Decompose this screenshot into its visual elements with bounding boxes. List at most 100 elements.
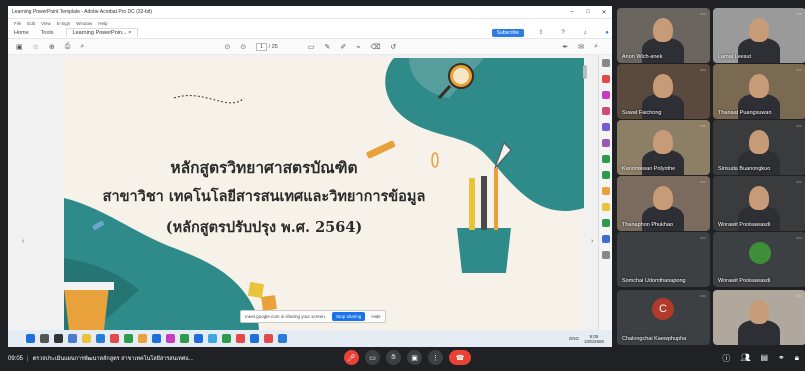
tile-menu-icon[interactable]: ⋯ <box>700 293 706 300</box>
participant-tile[interactable]: ⋯ Kanomkwan Polyothe <box>617 120 710 175</box>
trash-icon[interactable]: ⌫ <box>370 43 380 51</box>
menu-file[interactable]: File <box>14 21 21 26</box>
page-thumbnail-icon[interactable]: ▣ <box>16 43 23 51</box>
search-icon[interactable]: ⌕ <box>594 43 598 51</box>
tile-menu-icon[interactable]: ⋯ <box>700 11 706 18</box>
mail-icon[interactable]: ✉ <box>578 43 584 51</box>
prev-page-icon[interactable]: ⊙ <box>224 43 230 51</box>
organize-tool-icon[interactable] <box>601 123 610 131</box>
combine-icon[interactable] <box>601 171 610 179</box>
maximize-button[interactable]: □ <box>580 9 596 15</box>
fill-sign-icon[interactable] <box>601 139 610 147</box>
tile-menu-icon[interactable]: ⋯ <box>796 179 802 186</box>
app-icon-8[interactable] <box>208 334 217 343</box>
menu-window[interactable]: Window <box>76 21 92 26</box>
menu-help[interactable]: Help <box>98 21 107 26</box>
present-button[interactable]: ▣ <box>407 350 422 365</box>
comment-tool-icon[interactable] <box>601 187 610 195</box>
acrobat-taskbar-icon[interactable] <box>264 334 273 343</box>
participant-tile[interactable]: ⋯ Worawit Poolsawasdi <box>713 232 805 287</box>
tray-language[interactable]: ENG <box>569 336 579 341</box>
app-icon-4[interactable] <box>152 334 161 343</box>
print-icon[interactable]: ⎙ <box>65 43 71 51</box>
tile-menu-icon[interactable]: ⋯ <box>796 293 802 300</box>
page-number-input[interactable]: 1 <box>256 42 268 51</box>
stamp-icon[interactable] <box>601 203 610 211</box>
end-call-button[interactable]: ☎︎ <box>449 350 471 365</box>
bell-icon[interactable]: ♪ <box>580 30 590 36</box>
close-button[interactable]: ✕ <box>596 9 612 16</box>
share-icon[interactable]: ⇪ <box>536 29 546 36</box>
hide-button[interactable]: Hide <box>371 314 380 319</box>
next-page-icon[interactable]: ⊙ <box>240 43 246 51</box>
bookmark-icon[interactable]: ☆ <box>33 43 39 51</box>
windows-start-icon[interactable] <box>26 334 35 343</box>
export-pdf-icon[interactable] <box>601 155 610 163</box>
document-area[interactable]: ‹ หลักสูตรวิทยาศาสตรบัณฑิต สาขาวิชา เทคโ… <box>8 55 598 330</box>
chat-icon[interactable]: ▤ <box>760 353 768 364</box>
activities-icon[interactable]: ⚭ <box>778 353 785 364</box>
menu-view[interactable]: View <box>41 21 51 26</box>
task-view-icon[interactable] <box>54 334 63 343</box>
file-explorer-icon[interactable] <box>82 334 91 343</box>
app-icon-7[interactable] <box>194 334 203 343</box>
menu-esign[interactable]: E-Sign <box>57 21 71 26</box>
participant-tile[interactable]: ⋯ Somchai Udomthanapong <box>617 232 710 287</box>
participant-tile[interactable]: ⋯ Sirisuda Buanongkuo <box>713 120 805 175</box>
menu-edit[interactable]: Edit <box>27 21 35 26</box>
tab-document[interactable]: Learning PowerPoin... × <box>65 28 139 37</box>
tab-close-icon[interactable]: × <box>128 30 131 36</box>
tile-menu-icon[interactable]: ⋯ <box>700 67 706 74</box>
participant-tile[interactable]: ⋯ Anon Wich-anek <box>617 8 710 63</box>
pdf-tool-icon[interactable] <box>601 75 610 83</box>
sign-icon[interactable]: ✒ <box>562 43 568 51</box>
pen-icon[interactable]: ✎ <box>324 43 330 51</box>
app-icon-5[interactable] <box>166 334 175 343</box>
app-icon-2[interactable] <box>124 334 133 343</box>
link-icon[interactable]: ⌁ <box>356 43 360 51</box>
chrome-taskbar-icon[interactable] <box>278 334 287 343</box>
rotate-icon[interactable]: ↺ <box>390 43 396 51</box>
zoom-icon[interactable]: ⌕ <box>80 43 84 51</box>
minimize-button[interactable]: – <box>564 9 580 15</box>
protect-icon[interactable] <box>601 219 610 227</box>
account-icon[interactable]: ● <box>602 30 612 36</box>
shield-icon[interactable] <box>601 235 610 243</box>
upload-icon[interactable]: ⊕ <box>49 43 55 51</box>
search-taskbar-icon[interactable] <box>40 334 49 343</box>
participant-tile[interactable]: ⋯ Suwat Faichong <box>617 64 710 119</box>
tools-more-icon[interactable] <box>601 251 610 259</box>
info-icon[interactable]: ⓘ <box>722 353 730 364</box>
comment-icon[interactable]: ▭ <box>308 43 315 51</box>
participant-tile[interactable]: ⋯ <box>713 290 805 345</box>
edit-tool-icon[interactable] <box>601 107 610 115</box>
mic-off-button[interactable]: 🎤︎ <box>344 350 359 365</box>
participant-tile[interactable]: ⋯ Worawit Poolsawasdi <box>713 176 805 231</box>
vertical-scrollbar[interactable] <box>583 65 587 79</box>
subscribe-button[interactable]: Subscribe <box>491 28 524 37</box>
tab-tools[interactable]: Tools <box>41 30 54 36</box>
tile-menu-icon[interactable]: ⋯ <box>700 179 706 186</box>
tile-menu-icon[interactable]: ⋯ <box>796 67 802 74</box>
tile-menu-icon[interactable]: ⋯ <box>796 123 802 130</box>
meeting-title[interactable]: ตรวจประเมินแผนการพัฒนาหลักสูตร สาขาเทคโน… <box>33 355 293 363</box>
app-icon-11[interactable] <box>250 334 259 343</box>
participant-tile[interactable]: ⋯ Lamai Leesut <box>713 8 805 63</box>
people-icon[interactable]: 👥︎ <box>740 353 750 364</box>
app-icon-1[interactable] <box>110 334 119 343</box>
app-icon-9[interactable] <box>222 334 231 343</box>
tile-menu-icon[interactable]: ⋯ <box>700 235 706 242</box>
stop-sharing-button[interactable]: Stop sharing <box>332 312 366 321</box>
app-icon-10[interactable] <box>236 334 245 343</box>
widgets-icon[interactable] <box>68 334 77 343</box>
tile-menu-icon[interactable]: ⋯ <box>700 123 706 130</box>
tile-menu-icon[interactable]: ⋯ <box>796 11 802 18</box>
raise-hand-button[interactable]: ✋︎ <box>386 350 401 365</box>
participant-tile[interactable]: C ⋯ Chalongchai Kaewphupha <box>617 290 710 345</box>
app-icon-6[interactable] <box>180 334 189 343</box>
tab-home[interactable]: Home <box>14 30 29 36</box>
participant-tile[interactable]: ⋯ Thanaphon Phukhao <box>617 176 710 231</box>
participant-tile[interactable]: ⋯ Thanaat Puangsuwan <box>713 64 805 119</box>
zoom-tool-icon[interactable] <box>601 59 610 67</box>
edge-icon[interactable] <box>96 334 105 343</box>
